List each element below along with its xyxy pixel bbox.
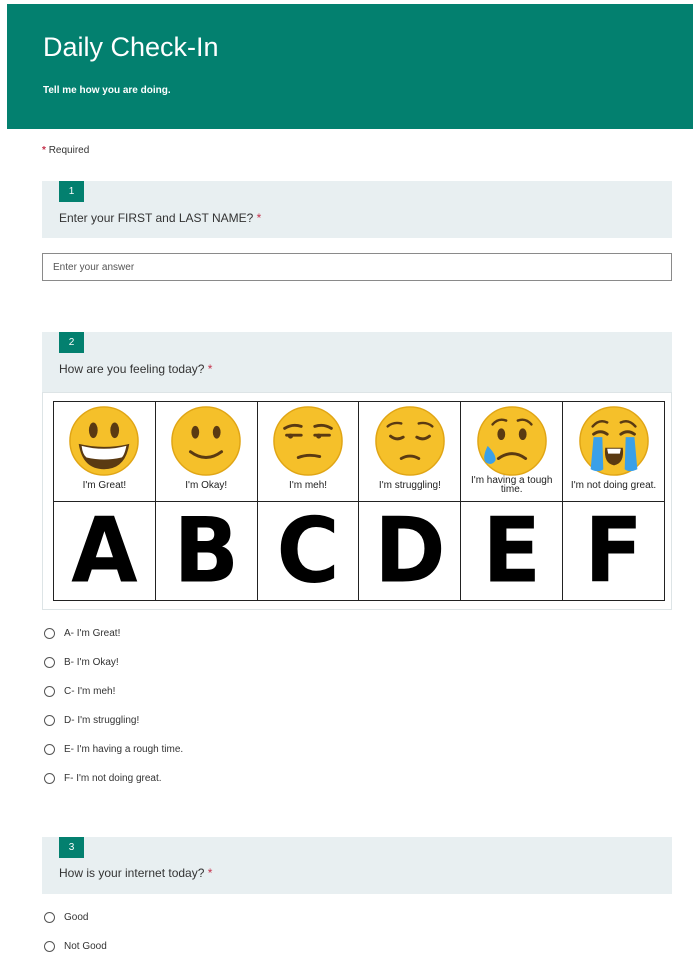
question-2-box: 2 How are you feeling today? *: [42, 332, 672, 392]
feeling-letter: A: [71, 498, 138, 604]
radio-button[interactable]: [44, 714, 55, 726]
form-title: Daily Check-In: [43, 32, 219, 62]
radio-button[interactable]: [44, 940, 55, 952]
question-2-label: How are you feeling today?: [59, 362, 205, 376]
letter-cell-b: B: [154, 498, 258, 604]
radio-button[interactable]: [44, 627, 55, 639]
feeling-cell-e: I'm having a tough time.: [460, 401, 564, 502]
feeling-cell-c: I'm meh!: [256, 401, 360, 502]
feeling-option-a[interactable]: A- I'm Great!: [44, 626, 120, 640]
radio-button[interactable]: [44, 911, 55, 923]
crying-face-icon: [578, 406, 649, 476]
feeling-option-f[interactable]: F- I'm not doing great.: [44, 771, 162, 785]
feeling-cell-b: I'm Okay!: [154, 401, 258, 502]
feeling-option-b[interactable]: B- I'm Okay!: [44, 655, 119, 669]
option-label: B- I'm Okay!: [64, 656, 119, 668]
feeling-letter: F: [584, 498, 643, 604]
required-star: *: [256, 211, 262, 225]
required-star: *: [207, 866, 213, 880]
radio-button[interactable]: [44, 656, 55, 668]
letter-cell-f: F: [562, 498, 665, 604]
option-label: Not Good: [64, 940, 107, 952]
feeling-letter: C: [276, 498, 340, 604]
question-1-box: 1 Enter your FIRST and LAST NAME? *: [42, 181, 672, 238]
sad-sweat-face-icon: [476, 406, 547, 476]
option-label: D- I'm struggling!: [64, 714, 140, 726]
feeling-cell-a: I'm Great!: [53, 401, 156, 502]
feeling-caption: I'm meh!: [289, 479, 328, 491]
option-label: A- I'm Great!: [64, 627, 121, 639]
question-text: How are you feeling today? *: [59, 362, 212, 376]
question-text: Enter your FIRST and LAST NAME? *: [59, 211, 261, 225]
option-label: E- I'm having a rough time.: [64, 743, 184, 755]
feeling-letter: E: [482, 498, 542, 604]
question-number: 3: [59, 837, 84, 858]
letter-cell-a: A: [53, 498, 156, 604]
grinning-face-icon: [69, 406, 140, 476]
feeling-letter: D: [374, 498, 446, 604]
internet-option-good[interactable]: Good: [44, 910, 88, 924]
question-3-label: How is your internet today?: [59, 866, 205, 880]
feeling-option-e[interactable]: E- I'm having a rough time.: [44, 742, 183, 756]
radio-button[interactable]: [44, 743, 55, 755]
question-1-label: Enter your FIRST and LAST NAME?: [59, 211, 254, 225]
feeling-caption: I'm having a tough time.: [471, 475, 553, 495]
letter-cell-e: E: [460, 498, 564, 604]
feeling-caption: I'm Great!: [82, 479, 127, 491]
required-star: *: [42, 145, 46, 156]
radio-button[interactable]: [44, 685, 55, 697]
feeling-cell-d: I'm struggling!: [358, 401, 462, 502]
name-answer-input[interactable]: [42, 253, 672, 281]
radio-button[interactable]: [44, 772, 55, 784]
option-label: F- I'm not doing great.: [64, 772, 162, 784]
internet-option-not-good[interactable]: Not Good: [44, 939, 107, 953]
question-text: How is your internet today? *: [59, 866, 212, 880]
feeling-option-d[interactable]: D- I'm struggling!: [44, 713, 139, 727]
feelings-image: I'm Great! I'm Okay! I'm meh! I'm strugg…: [42, 392, 672, 610]
option-label: Good: [64, 911, 89, 923]
unamused-face-icon: [273, 406, 343, 476]
form-subtitle: Tell me how you are doing.: [43, 85, 171, 96]
question-number: 2: [59, 332, 84, 353]
form-header: Daily Check-In Tell me how you are doing…: [7, 4, 693, 129]
feeling-caption: I'm Okay!: [185, 479, 228, 491]
pensive-face-icon: [375, 406, 445, 476]
question-number: 1: [59, 181, 84, 202]
option-label: C- I'm meh!: [64, 685, 116, 697]
required-note: * Required: [42, 145, 89, 156]
feeling-letter: B: [173, 498, 240, 604]
slightly-smiling-face-icon: [171, 406, 242, 476]
feeling-caption: I'm not doing great.: [570, 479, 657, 491]
required-star: *: [207, 362, 213, 376]
question-3-box: 3 How is your internet today? *: [42, 837, 672, 894]
feeling-cell-f: I'm not doing great.: [562, 401, 665, 502]
required-label: Required: [48, 145, 90, 156]
feeling-option-c[interactable]: C- I'm meh!: [44, 684, 115, 698]
letter-cell-d: D: [358, 498, 462, 604]
feelings-grid: I'm Great! I'm Okay! I'm meh! I'm strugg…: [53, 401, 665, 601]
feeling-caption: I'm struggling!: [378, 479, 441, 491]
letter-cell-c: C: [256, 498, 360, 604]
